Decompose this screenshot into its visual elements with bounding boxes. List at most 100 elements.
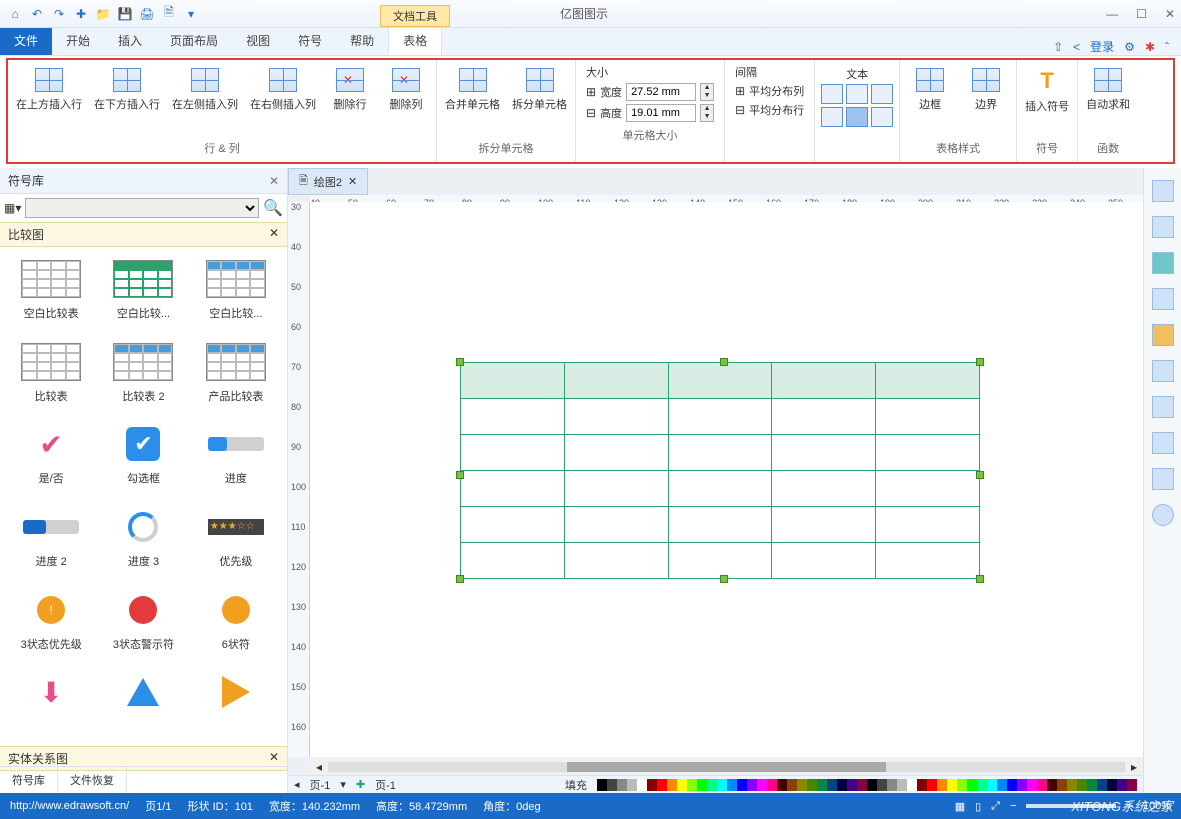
image-tool-icon[interactable] (1152, 288, 1174, 310)
pen-tool-icon[interactable] (1152, 216, 1174, 238)
color-swatch[interactable] (707, 779, 717, 791)
shape-item[interactable]: !3状态优先级 (12, 590, 90, 659)
color-swatch[interactable] (887, 779, 897, 791)
color-swatch[interactable] (797, 779, 807, 791)
color-swatch[interactable] (807, 779, 817, 791)
document-tab[interactable]: 🗎 绘图2 ✕ (288, 168, 368, 195)
split-cells-button[interactable]: 拆分单元格 (510, 64, 569, 116)
shape-item[interactable]: 空白比较... (104, 259, 182, 328)
shape-item[interactable] (197, 672, 275, 725)
canvas-viewport[interactable] (310, 202, 1143, 757)
share-icon[interactable]: ⇧ (1053, 40, 1063, 54)
comment-tool-icon[interactable] (1152, 468, 1174, 490)
color-swatch[interactable] (937, 779, 947, 791)
width-stepper[interactable]: ▲▼ (700, 83, 714, 101)
shape-item[interactable]: 3状态警示符 (104, 590, 182, 659)
color-swatch[interactable] (1107, 779, 1117, 791)
tab-symbol[interactable]: 符号 (284, 26, 336, 55)
color-swatch[interactable] (667, 779, 677, 791)
view-grid-icon[interactable]: ▦ (955, 800, 965, 813)
align-bl[interactable] (821, 107, 843, 127)
shape-item[interactable]: ✔勾选框 (104, 424, 182, 493)
color-swatch[interactable] (1037, 779, 1047, 791)
layer-tool-icon[interactable] (1152, 360, 1174, 382)
page-tool-icon[interactable] (1152, 432, 1174, 454)
sidetab-symbols[interactable]: 符号库 (0, 767, 58, 793)
close-icon[interactable]: ✕ (269, 226, 279, 243)
color-swatch[interactable] (1117, 779, 1127, 791)
compare-subheader[interactable]: 比较图 ✕ (0, 222, 287, 247)
page-surface[interactable] (310, 202, 1143, 757)
color-swatch[interactable] (827, 779, 837, 791)
resize-handle[interactable] (720, 575, 728, 583)
resize-handle[interactable] (720, 358, 728, 366)
color-swatch[interactable] (1127, 779, 1137, 791)
note-tool-icon[interactable] (1152, 324, 1174, 346)
search-icon[interactable]: 🔍 (263, 198, 283, 218)
boundary-button[interactable]: 边界 (962, 64, 1010, 116)
height-input[interactable] (626, 104, 696, 122)
color-swatch[interactable] (687, 779, 697, 791)
color-swatch[interactable] (677, 779, 687, 791)
autosum-button[interactable]: 自动求和 (1084, 64, 1132, 116)
resize-handle[interactable] (456, 575, 464, 583)
shape-item[interactable]: 进度 2 (12, 507, 90, 576)
resize-handle[interactable] (976, 575, 984, 583)
shape-item[interactable]: 比较表 2 (104, 342, 182, 411)
insert-col-left-button[interactable]: 在左侧插入列 (170, 64, 240, 116)
color-swatch[interactable] (917, 779, 927, 791)
shape-item[interactable]: 进度 (197, 424, 275, 493)
link-icon[interactable]: < (1073, 40, 1080, 54)
shape-item[interactable]: 6状符 (197, 590, 275, 659)
save-icon[interactable]: 💾 (116, 5, 134, 23)
resize-handle[interactable] (456, 358, 464, 366)
color-swatch[interactable] (757, 779, 767, 791)
status-url[interactable]: http://www.edrawsoft.cn/ (10, 800, 129, 812)
color-swatch[interactable] (837, 779, 847, 791)
tab-layout[interactable]: 页面布局 (156, 26, 232, 55)
color-swatch[interactable] (907, 779, 917, 791)
shape-item[interactable]: ⬇ (12, 672, 90, 725)
undo-icon[interactable]: ↶ (28, 5, 46, 23)
color-swatch[interactable] (617, 779, 627, 791)
tab-insert[interactable]: 插入 (104, 26, 156, 55)
puzzle-icon[interactable]: ✱ (1145, 40, 1155, 54)
help-tool-icon[interactable] (1152, 504, 1174, 526)
color-swatch[interactable] (967, 779, 977, 791)
tab-start[interactable]: 开始 (52, 26, 104, 55)
close-icon[interactable]: ✕ (348, 175, 357, 188)
open-icon[interactable]: 📁 (94, 5, 112, 23)
color-swatch[interactable] (867, 779, 877, 791)
redo-icon[interactable]: ↷ (50, 5, 68, 23)
close-icon[interactable]: ✕ (269, 174, 279, 188)
add-page-icon[interactable]: ✚ (356, 778, 365, 791)
zoom-out-icon[interactable]: − (1010, 800, 1016, 812)
color-swatch[interactable] (747, 779, 757, 791)
color-swatch[interactable] (957, 779, 967, 791)
view-fit-icon[interactable]: ⤢ (991, 800, 1000, 813)
color-swatch[interactable] (1087, 779, 1097, 791)
tab-table[interactable]: 表格 (388, 25, 442, 55)
scroll-left-icon[interactable]: ◂ (310, 760, 328, 774)
selected-table[interactable] (460, 362, 980, 579)
new-icon[interactable]: ✚ (72, 5, 90, 23)
shape-item[interactable]: 空白比较表 (12, 259, 90, 328)
view-page-icon[interactable]: ▯ (975, 800, 981, 813)
align-bc[interactable] (846, 107, 868, 127)
color-swatch[interactable] (857, 779, 867, 791)
sidetab-recovery[interactable]: 文件恢复 (58, 767, 127, 793)
color-swatch[interactable] (1017, 779, 1027, 791)
align-tr[interactable] (871, 84, 893, 104)
color-swatch[interactable] (927, 779, 937, 791)
merge-cells-button[interactable]: 合并单元格 (443, 64, 502, 116)
color-swatch[interactable] (897, 779, 907, 791)
shape-item[interactable]: ✔是/否 (12, 424, 90, 493)
shape-item[interactable]: 产品比较表 (197, 342, 275, 411)
home-icon[interactable]: ⌂ (6, 5, 24, 23)
settings-icon[interactable]: ⚙ (1124, 40, 1135, 54)
width-input[interactable] (626, 83, 696, 101)
minimize-button[interactable]: — (1106, 7, 1118, 21)
color-swatch[interactable] (977, 779, 987, 791)
color-swatch[interactable] (777, 779, 787, 791)
insert-row-below-button[interactable]: 在下方插入行 (92, 64, 162, 116)
